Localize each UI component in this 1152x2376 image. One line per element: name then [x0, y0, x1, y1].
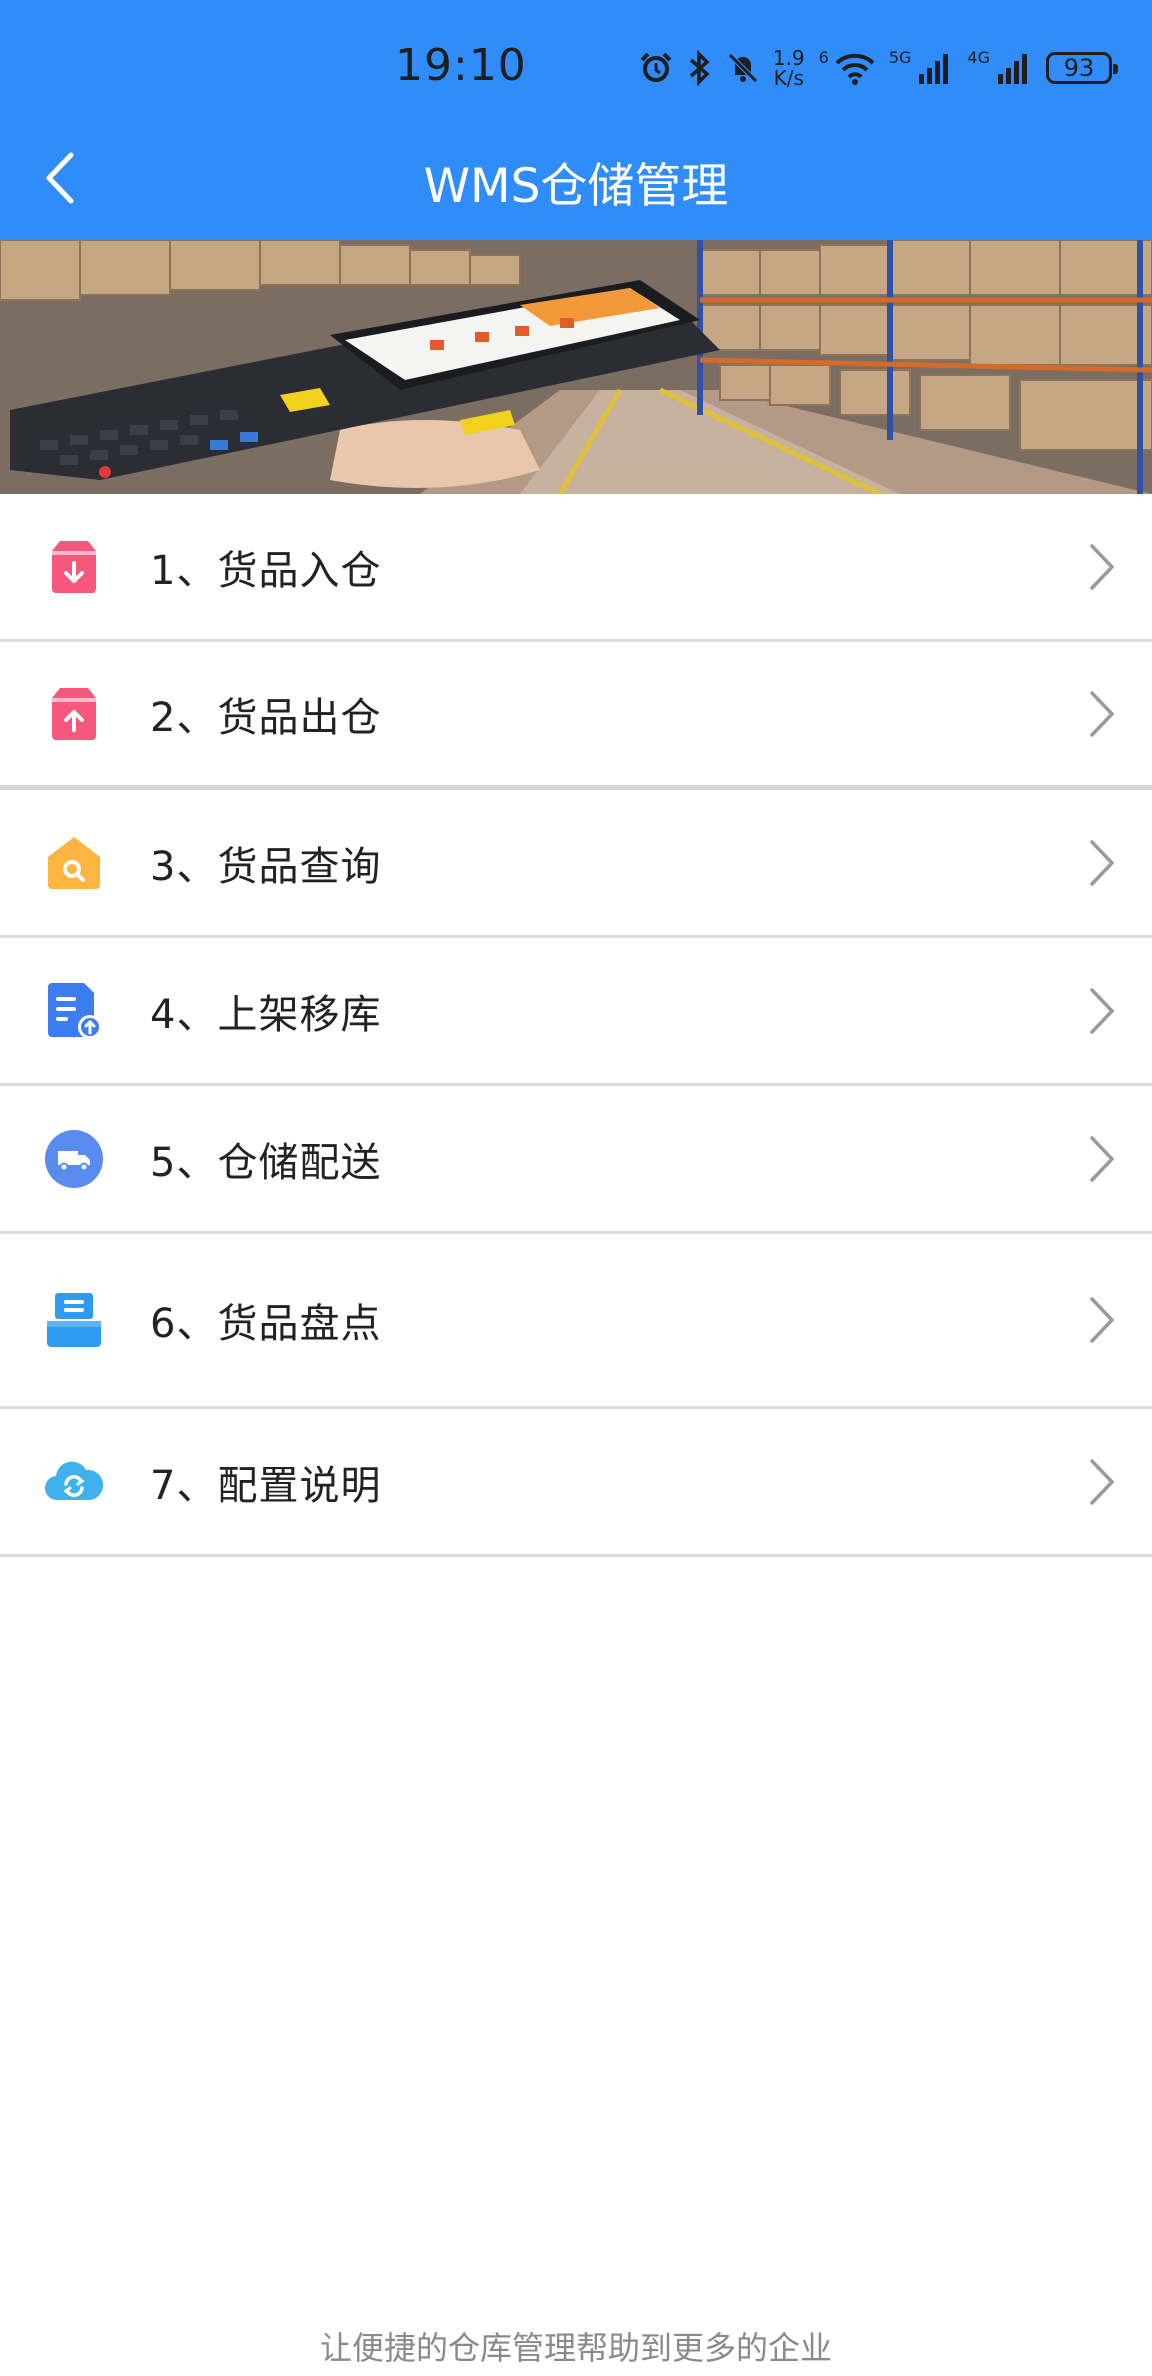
box-in-icon	[44, 537, 104, 597]
menu-item-label: 1、货品入仓	[150, 547, 382, 594]
menu-item-goods-outbound[interactable]: 2、货品出仓	[0, 642, 1152, 790]
menu-item-label: 3、货品查询	[150, 843, 382, 890]
page-title: WMS仓储管理	[423, 159, 729, 214]
menu-item-shelving-transfer[interactable]: 4、上架移库	[0, 938, 1152, 1086]
menu-item-label: 2、货品出仓	[150, 694, 382, 741]
chevron-right-icon	[1090, 690, 1115, 737]
function-menu: 1、货品入仓 2、货品出仓 3、货品查询 4、上架移库 5、仓储配送 6、货品盘…	[0, 494, 1152, 1557]
menu-item-goods-inbound[interactable]: 1、货品入仓	[0, 494, 1152, 642]
delivery-truck-icon	[44, 1129, 104, 1189]
chevron-right-icon	[1090, 1297, 1115, 1343]
sim2-label: 4G	[967, 48, 990, 67]
warehouse-banner-image	[0, 240, 1152, 494]
chevron-right-icon	[1090, 1135, 1115, 1182]
menu-item-goods-query[interactable]: 3、货品查询	[0, 790, 1152, 938]
alarm-icon	[640, 52, 672, 82]
chevron-right-icon	[1090, 839, 1115, 886]
battery-level: 93	[1063, 54, 1095, 82]
battery-icon: 93	[1046, 52, 1118, 84]
document-upload-icon	[44, 981, 104, 1041]
network-speed: 1.9 K/s	[773, 48, 805, 88]
footer-slogan: 让便捷的仓库管理帮助到更多的企业	[319, 2329, 832, 2367]
menu-item-label: 6、货品盘点	[150, 1301, 382, 1347]
chevron-right-icon	[1090, 543, 1115, 590]
menu-item-configuration-guide[interactable]: 7、配置说明	[0, 1409, 1152, 1557]
signal-icon	[998, 54, 1027, 84]
app-header: 19:10 1.9 K/s 6 5G 4G 93 WMS仓储管理	[0, 0, 1152, 240]
inventory-box-icon	[44, 1290, 104, 1350]
status-time: 19:10	[395, 40, 527, 91]
chevron-right-icon	[1090, 987, 1115, 1034]
mute-bell-icon	[728, 53, 758, 83]
cloud-sync-icon	[44, 1452, 104, 1512]
signal-icon	[919, 54, 949, 84]
network-speed-unit: K/s	[773, 66, 804, 90]
menu-item-inventory-count[interactable]: 6、货品盘点	[0, 1234, 1152, 1409]
sim1-label: 5G	[888, 48, 912, 67]
wifi-tag: 6	[818, 48, 829, 67]
menu-item-label: 5、仓储配送	[150, 1139, 382, 1186]
search-tag-icon	[44, 833, 104, 893]
network-speed-value: 1.9	[772, 46, 805, 70]
bluetooth-icon	[689, 50, 710, 86]
menu-item-warehouse-delivery[interactable]: 5、仓储配送	[0, 1086, 1152, 1234]
status-icons: 1.9 K/s 6 5G 4G 93	[639, 40, 1118, 96]
banner-illustration	[0, 240, 1152, 494]
chevron-right-icon	[1090, 1458, 1115, 1505]
box-out-icon	[44, 684, 104, 744]
menu-item-label: 4、上架移库	[150, 991, 382, 1038]
wifi-icon	[835, 53, 875, 85]
menu-item-label: 7、配置说明	[150, 1462, 382, 1509]
